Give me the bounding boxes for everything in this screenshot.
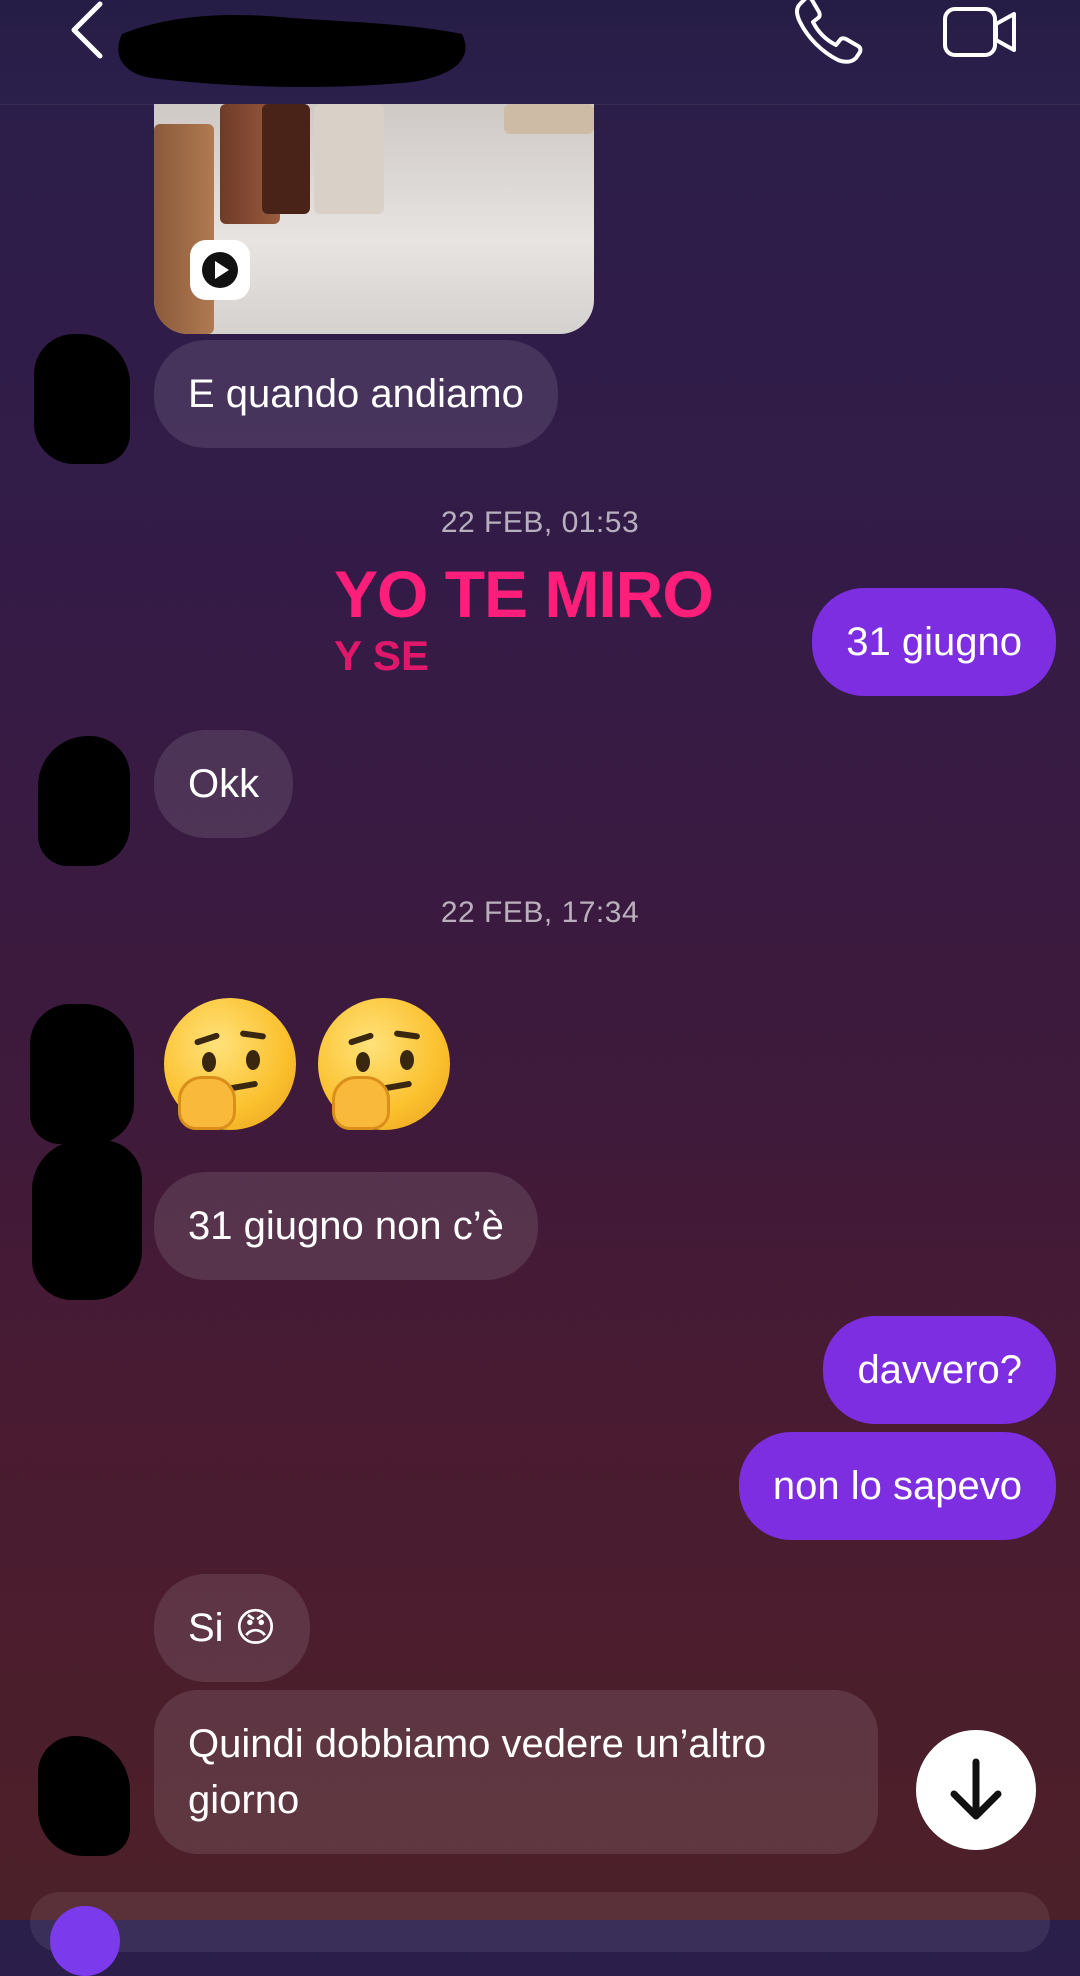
message-incoming[interactable]: Si 😠 bbox=[154, 1574, 311, 1682]
contact-name-redacted[interactable] bbox=[112, 4, 472, 90]
sender-avatar-redacted bbox=[38, 1736, 130, 1856]
sender-avatar-redacted bbox=[34, 334, 130, 464]
arrow-down-icon bbox=[950, 1758, 1002, 1820]
scroll-to-bottom-button[interactable] bbox=[916, 1730, 1036, 1850]
message-incoming[interactable]: 31 giugno non c’è bbox=[154, 1172, 538, 1280]
sender-avatar-redacted bbox=[30, 1004, 134, 1144]
thinking-face-emoji[interactable] bbox=[318, 998, 450, 1130]
camera-button[interactable] bbox=[50, 1906, 120, 1976]
sender-avatar-redacted bbox=[32, 1140, 142, 1300]
sender-avatar-redacted bbox=[38, 736, 130, 866]
timestamp: 22 FEB, 17:34 bbox=[440, 896, 640, 929]
phone-icon[interactable] bbox=[790, 0, 870, 64]
message-outgoing[interactable]: davvero? bbox=[823, 1316, 1056, 1424]
message-outgoing[interactable]: 31 giugno bbox=[812, 588, 1056, 696]
timestamp: 22 FEB, 01:53 bbox=[440, 506, 640, 539]
message-incoming[interactable]: E quando andiamo bbox=[154, 340, 558, 448]
message-composer[interactable] bbox=[30, 1892, 1050, 1952]
message-incoming[interactable]: Okk bbox=[154, 730, 294, 838]
thinking-face-emoji[interactable] bbox=[164, 998, 296, 1130]
message-outgoing[interactable]: non lo sapevo bbox=[738, 1432, 1056, 1540]
sticker-text[interactable]: YO TE MIRO bbox=[334, 556, 714, 632]
play-icon[interactable] bbox=[190, 240, 250, 300]
message-incoming[interactable]: Quindi dobbiamo vedere un’altro giorno bbox=[154, 1690, 878, 1854]
back-chevron-icon[interactable] bbox=[60, 0, 120, 60]
video-camera-icon[interactable] bbox=[942, 6, 1018, 58]
sticker-text[interactable]: Y SE bbox=[334, 632, 429, 680]
